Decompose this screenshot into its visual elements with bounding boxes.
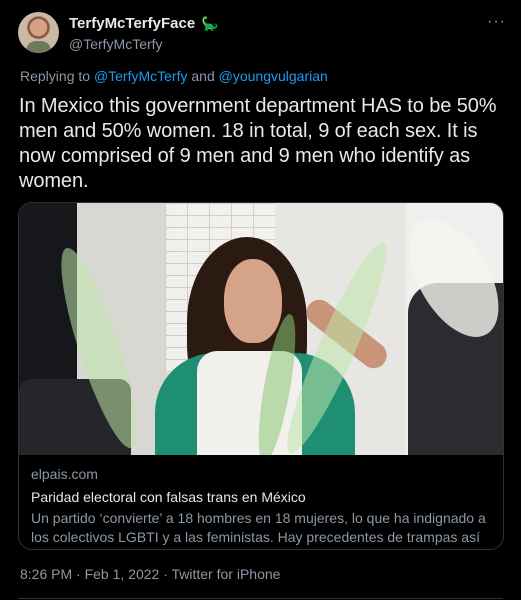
author-block: TerfyMcTerfyFace 🦕 @TerfyMcTerfy	[69, 14, 219, 53]
display-name[interactable]: TerfyMcTerfyFace 🦕	[69, 14, 219, 33]
tweet: TerfyMcTerfyFace 🦕 @TerfyMcTerfy ··· Rep…	[0, 0, 521, 600]
mention-link[interactable]: @TerfyMcTerfy	[94, 68, 188, 84]
avatar[interactable]	[18, 12, 59, 53]
link-card[interactable]: elpais.com Paridad electoral con falsas …	[18, 202, 504, 550]
card-domain: elpais.com	[31, 466, 98, 482]
replying-to: Replying to @TerfyMcTerfy and @youngvulg…	[20, 68, 328, 85]
display-name-text[interactable]: TerfyMcTerfyFace	[69, 15, 195, 32]
user-handle[interactable]: @TerfyMcTerfy	[69, 35, 219, 53]
face	[224, 259, 282, 343]
card-meta: elpais.com Paridad electoral con falsas …	[19, 455, 503, 549]
replying-and-label: and	[191, 68, 215, 84]
more-options-icon[interactable]: ···	[487, 13, 506, 31]
card-image[interactable]	[19, 203, 503, 455]
mention-link[interactable]: @youngvulgarian	[219, 68, 328, 84]
divider	[18, 598, 503, 599]
replying-to-label: Replying to	[20, 68, 91, 84]
tweet-timestamp[interactable]: 8:26 PM · Feb 1, 2022 · Twitter for iPho…	[20, 566, 280, 583]
card-title[interactable]: Paridad electoral con falsas trans en Mé…	[31, 488, 490, 506]
dinosaur-emoji-icon: 🦕	[201, 15, 219, 31]
avatar-shirt	[26, 41, 51, 53]
card-description: Un partido ‘convierte’ a 18 hombres en 1…	[31, 510, 486, 549]
tweet-text: In Mexico this government department HAS…	[19, 95, 497, 192]
